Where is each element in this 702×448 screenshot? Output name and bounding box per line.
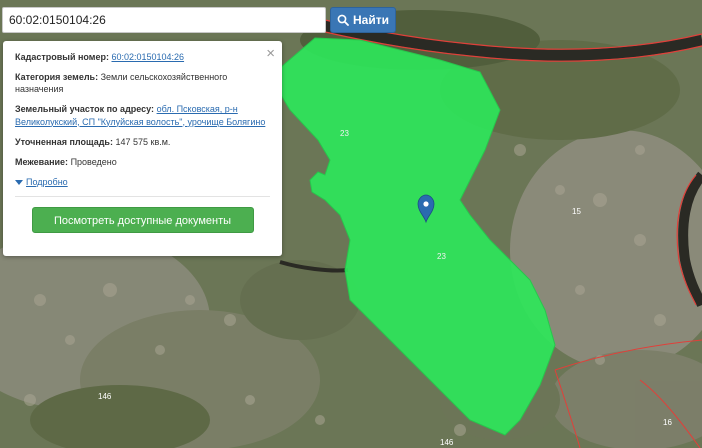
details-toggle-label: Подробно	[26, 176, 68, 187]
category-row: Категория земель: Земли сельскохозяйстве…	[15, 71, 270, 95]
area-value: 147 575 кв.м.	[115, 136, 171, 147]
survey-label: Межевание:	[15, 156, 69, 167]
parcel-label: 146	[440, 438, 454, 447]
survey-row: Межевание: Проведено	[15, 156, 270, 168]
category-label: Категория земель:	[15, 72, 99, 83]
view-documents-button[interactable]: Посмотреть доступные документы	[31, 207, 254, 234]
parcel-label: 23	[437, 252, 446, 261]
cadastral-label: Кадастровый номер:	[15, 52, 109, 62]
divider	[15, 196, 270, 198]
parcel-info-popup: × Кадастровый номер: 60:02:0150104:26 Ка…	[3, 41, 282, 256]
area-row: Уточненная площадь: 147 575 кв.м.	[15, 136, 270, 148]
parcel-label: 23	[340, 129, 349, 138]
parcel-label: 15	[572, 207, 581, 216]
details-toggle[interactable]: Подробно	[15, 176, 270, 188]
area-label: Уточненная площадь:	[15, 136, 113, 147]
survey-value: Проведено	[70, 156, 117, 167]
search-button-label: Найти	[353, 13, 389, 27]
caret-down-icon	[15, 179, 23, 185]
close-icon[interactable]: ×	[266, 46, 275, 61]
search-bar: Найти	[2, 7, 396, 33]
cadastral-row: Кадастровый номер: 60:02:0150104:26	[15, 51, 270, 63]
search-input[interactable]	[2, 7, 326, 33]
search-icon	[337, 14, 349, 26]
search-button[interactable]: Найти	[330, 7, 396, 33]
parcel-label: 16	[663, 418, 672, 427]
address-row: Земельный участок по адресу: обл. Псковс…	[15, 103, 270, 127]
cadastral-number-link[interactable]: 60:02:0150104:26	[111, 52, 184, 62]
address-label: Земельный участок по адресу:	[15, 104, 155, 115]
parcel-label: 146	[98, 392, 112, 401]
